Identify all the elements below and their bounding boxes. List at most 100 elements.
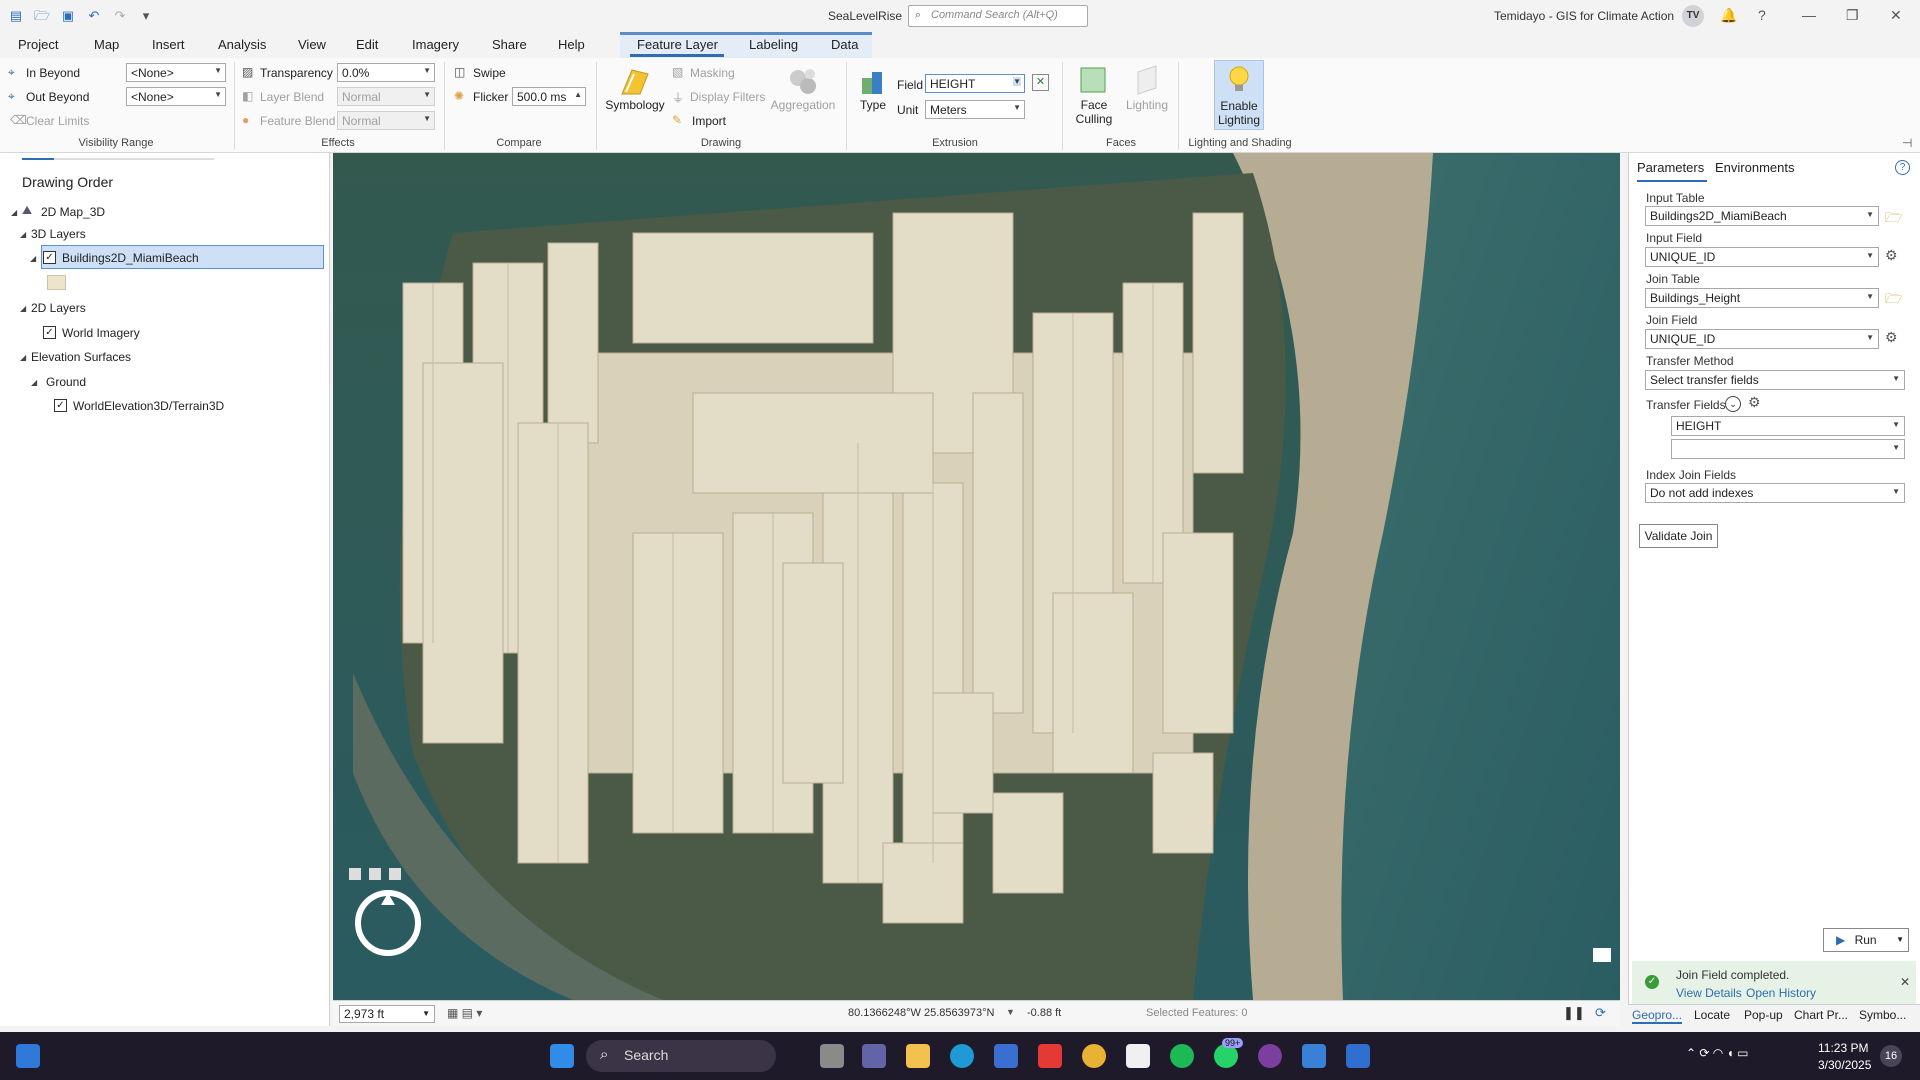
swipe-button[interactable]: Swipe (473, 66, 506, 80)
close-icon[interactable]: ✕ (1890, 7, 1902, 24)
tree-group-elevation-surfaces[interactable]: Elevation Surfaces (31, 350, 131, 364)
input-field-dropdown[interactable]: UNIQUE_ID ▼ (1645, 247, 1879, 267)
collapse-icon[interactable]: ◢ (31, 378, 37, 387)
expand-icon[interactable]: ⌄ (1725, 396, 1741, 412)
start-icon[interactable] (550, 1044, 574, 1068)
collapse-icon[interactable]: ◢ (11, 208, 17, 217)
layer-blend-dropdown[interactable]: Normal ▼ (337, 87, 435, 106)
refresh-icon[interactable]: ⟳ (1595, 1005, 1606, 1021)
feature-blend-dropdown[interactable]: Normal ▼ (337, 111, 435, 130)
aggregation-button[interactable]: Aggregation (766, 98, 840, 112)
input-table-dropdown[interactable]: Buildings2D_MiamiBeach ▼ (1645, 206, 1879, 226)
tree-layer-world-imagery[interactable]: World Imagery (62, 326, 140, 340)
tray-icons[interactable]: ⌃ ⟳ ◠ ◖ ▭ (1686, 1046, 1749, 1060)
notification-bell-icon[interactable]: 🔔 (1720, 7, 1737, 24)
layer-visibility-checkbox-imagery[interactable]: ✓ (43, 326, 56, 339)
spotify-icon[interactable] (1170, 1044, 1194, 1068)
save-project-icon[interactable]: ▣ (60, 8, 76, 24)
folder-icon[interactable]: 🗁 (1885, 207, 1902, 231)
tree-layer-terrain[interactable]: WorldElevation3D/Terrain3D (73, 399, 224, 413)
grid-icon[interactable]: ▦ ▤ ▾ (447, 1006, 482, 1020)
flicker-rate-input[interactable]: 500.0 ms ▲ (512, 87, 586, 106)
minimize-icon[interactable]: — (1802, 7, 1816, 23)
tab-geoprocessing[interactable]: Geopro... (1632, 1008, 1683, 1024)
in-beyond-dropdown[interactable]: <None> ▼ (126, 63, 226, 82)
gear-icon[interactable]: ⚙ (1885, 329, 1898, 346)
gear-icon[interactable]: ⚙ (1748, 394, 1761, 411)
help-icon[interactable]: ? (1895, 160, 1910, 175)
join-field-dropdown[interactable]: UNIQUE_ID ▼ (1645, 329, 1879, 349)
file-explorer-icon[interactable] (906, 1044, 930, 1068)
tree-ground[interactable]: Ground (46, 375, 86, 389)
tab-project[interactable]: Project (18, 37, 58, 52)
map-scale-input[interactable]: 2,973 ft ▼ (339, 1005, 435, 1023)
redo-icon[interactable]: ↷ (112, 8, 128, 24)
extrusion-type-icon[interactable] (858, 68, 888, 98)
layer-visibility-checkbox-buildings[interactable]: ✓ (43, 251, 56, 264)
tab-chart-properties[interactable]: Chart Pr... (1794, 1008, 1848, 1022)
join-table-dropdown[interactable]: Buildings_Height ▼ (1645, 288, 1879, 308)
tab-popup[interactable]: Pop-up (1744, 1008, 1783, 1022)
transfer-field-1[interactable]: HEIGHT ▼ (1671, 416, 1905, 436)
aggregation-icon[interactable] (786, 64, 820, 98)
view-details-link[interactable]: View Details (1676, 986, 1742, 1000)
tab-data[interactable]: Data (831, 37, 858, 52)
tab-insert[interactable]: Insert (152, 37, 185, 52)
tab-share[interactable]: Share (492, 37, 527, 52)
masking-button[interactable]: Masking (690, 66, 735, 80)
clock-date[interactable]: 3/30/2025 (1818, 1058, 1871, 1072)
enable-lighting-button[interactable]: Enable Lighting (1214, 60, 1264, 130)
app-icon-2[interactable] (1258, 1044, 1282, 1068)
teams-icon[interactable] (862, 1044, 886, 1068)
extrusion-unit-dropdown[interactable]: Meters ▼ (925, 100, 1025, 119)
import-button[interactable]: Import (692, 114, 726, 128)
new-project-icon[interactable]: ▤ (8, 8, 24, 24)
map-notes-icon[interactable] (1593, 948, 1611, 962)
tab-feature-layer[interactable]: Feature Layer (637, 37, 718, 52)
edge-icon[interactable] (950, 1044, 974, 1068)
extrusion-field-dropdown[interactable]: HEIGHT ▼ (925, 74, 1025, 93)
youtube-icon[interactable] (1038, 1044, 1062, 1068)
out-beyond-dropdown[interactable]: <None> ▼ (126, 87, 226, 106)
tab-environments[interactable]: Environments (1715, 160, 1794, 175)
selected-features-count[interactable]: Selected Features: 0 (1146, 1007, 1248, 1019)
widgets-icon[interactable] (16, 1044, 40, 1068)
map-view-3d[interactable] (333, 153, 1620, 1000)
chrome-icon[interactable] (1082, 1044, 1106, 1068)
validate-join-button[interactable]: Validate Join (1639, 524, 1718, 548)
app-icon-3[interactable] (1346, 1044, 1370, 1068)
folder-icon[interactable]: 🗁 (1885, 288, 1902, 312)
symbology-icon[interactable] (618, 64, 652, 98)
avatar[interactable]: TV (1682, 5, 1704, 27)
expression-builder-icon[interactable]: ✕ (1032, 74, 1049, 91)
run-button[interactable]: ▶ Run ▼ (1823, 928, 1909, 952)
clear-limits-button[interactable]: Clear Limits (26, 114, 89, 128)
collapse-icon[interactable]: ◢ (20, 230, 26, 239)
task-view-icon[interactable] (820, 1044, 844, 1068)
close-icon[interactable]: ✕ (1900, 975, 1910, 989)
store-icon[interactable] (994, 1044, 1018, 1068)
clock-time[interactable]: 11:23 PM (1818, 1041, 1868, 1055)
face-culling-button[interactable]: Face Culling (1070, 98, 1118, 126)
tab-edit[interactable]: Edit (356, 37, 378, 52)
extrusion-type-button[interactable]: Type (858, 98, 888, 112)
pause-drawing-icon[interactable]: ❚❚ (1563, 1005, 1585, 1021)
help-icon[interactable]: ? (1758, 7, 1766, 23)
restore-icon[interactable]: ❐ (1846, 7, 1859, 24)
pin-ribbon-icon[interactable]: ⊣ (1902, 136, 1912, 150)
tab-map[interactable]: Map (94, 37, 119, 52)
layer-visibility-checkbox-terrain[interactable]: ✓ (54, 399, 67, 412)
tab-parameters[interactable]: Parameters (1637, 160, 1704, 175)
app-icon[interactable] (1126, 1044, 1150, 1068)
tree-map-2d-map-3d[interactable]: 2D Map_3D (41, 205, 105, 219)
customize-toolbar-icon[interactable]: ▾ (138, 8, 154, 24)
tab-imagery[interactable]: Imagery (412, 37, 459, 52)
symbology-button[interactable]: Symbology (602, 98, 668, 112)
display-filters-button[interactable]: Display Filters (690, 90, 765, 104)
tab-help[interactable]: Help (558, 37, 585, 52)
transfer-field-2[interactable]: ▼ (1671, 439, 1905, 459)
collapse-icon[interactable]: ◢ (20, 353, 26, 362)
open-history-link[interactable]: Open History (1746, 986, 1816, 1000)
open-project-icon[interactable]: 🗁 (34, 8, 50, 24)
notification-count[interactable]: 16 (1880, 1045, 1902, 1067)
